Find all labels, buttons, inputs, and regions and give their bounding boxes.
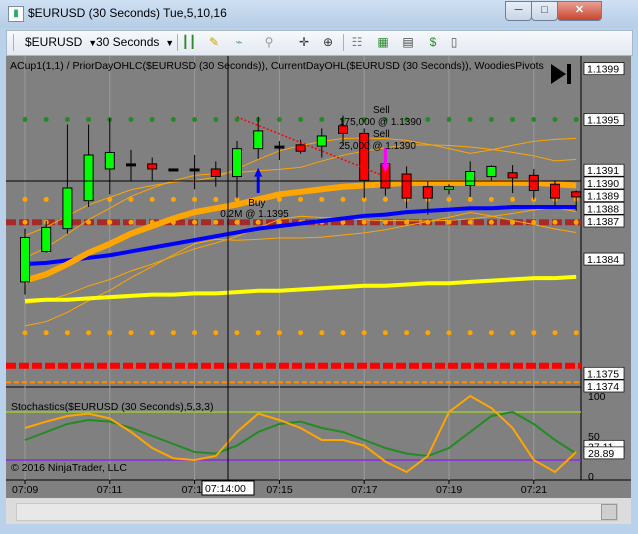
candle-body [62,187,73,230]
price-tick-label: 1.1375 [587,368,619,380]
candle-body [189,168,200,172]
price-tick: 1.1375 [583,366,625,380]
time-tick-label: 07:17 [351,484,377,496]
candle-body [41,226,52,252]
bottom-scrollbar-area [6,498,631,524]
toolbar-separator [343,34,344,51]
zoom-icon[interactable]: ⊕ [320,35,336,50]
toolbar-grip [13,34,14,51]
chart-toolbar: $EURUSD ▼ 30 Seconds ▼ ┃┃ ✎ ⌁ ⚲ ✛ ⊕ ☷ ▦ … [6,30,633,56]
interval-label: 30 Seconds [96,35,160,49]
candle-body [168,168,179,172]
order-entry-icon[interactable]: $ [425,35,441,50]
draw-pencil-icon[interactable]: ✎ [206,35,222,50]
sell-label-2: Sell [373,129,390,140]
stoch-value-label: 28.89 [588,448,614,460]
time-tick-label: 07:15 [266,484,292,496]
horizontal-scrollbar[interactable] [16,503,618,521]
pin-icon[interactable]: ⚲ [261,35,277,50]
price-tick-label: 1.1390 [587,178,619,190]
price-tick: 1.1384 [583,252,625,266]
stoch-tick-label: 100 [588,391,606,403]
interval-selector[interactable]: 30 Seconds ▼ [96,34,174,50]
candle-body [210,168,221,178]
candle-body [147,163,158,170]
toolbar-separator [177,34,178,51]
instrument-selector[interactable]: $EURUSD ▼ [25,34,97,50]
window-titlebar: ▮ $EURUSD (30 Seconds) Tue,5,10,16 ─ □ ✕ [0,0,638,28]
price-tick: 1.1390 [583,176,625,190]
maximize-button[interactable]: □ [531,1,558,21]
time-tick-label: 07:21 [521,484,547,496]
instrument-label: $EURUSD [25,35,83,49]
price-tick-label: 1.1389 [587,191,619,203]
time-tick-label: 07:09 [12,484,38,496]
copyright-label: © 2016 NinjaTrader, LLC [11,462,127,474]
chart-canvas[interactable]: 1.13991.13951.13911.13901.13891.13881.13… [6,56,631,498]
price-tick-label: 1.1399 [587,64,619,76]
candle-body [274,145,285,149]
candle-body [295,144,306,152]
price-tick: 1.1399 [583,62,625,76]
candle-body [401,173,412,199]
price-tick: 1.1388 [583,201,625,215]
crosshair-icon[interactable]: ✛ [296,35,312,50]
buy-detail: 0.2M @ 1.1395 [220,209,289,220]
candle-body [465,171,476,186]
price-tick: 1.1395 [583,113,625,126]
candle-07:12:30 [168,168,179,172]
minimize-button[interactable]: ─ [505,1,532,21]
candle-body [550,183,560,199]
sell-label-1: Sell [373,105,390,116]
stoch-value-badge: 28.89 [583,446,625,460]
candle-body [316,135,327,147]
price-tick-label: 1.1384 [587,254,619,266]
candle-body [253,130,264,150]
indicator-add-icon[interactable]: ⌁ [231,35,247,50]
candle-body [507,172,518,179]
candle-body [422,186,433,199]
price-tick: 1.1389 [583,189,625,203]
time-tick-label: 07:11 [97,484,123,496]
candle-body [104,151,115,170]
price-tick-label: 1.1391 [587,165,619,177]
candle-body [486,165,497,178]
properties-icon[interactable]: ☷ [349,35,365,50]
buy-label: Buy [248,198,265,209]
sell-detail-1: 175,000 @ 1.1390 [339,117,422,128]
strategy-icon[interactable]: ▤ [400,35,416,50]
candle-body [126,163,136,167]
chart-trader-icon[interactable]: ▯ [446,35,462,50]
sell-detail-2: 25,000 @ 1.1390 [339,141,416,152]
chevron-down-icon: ▼ [162,38,175,48]
candle-body [571,191,582,198]
price-tick-label: 1.1387 [587,216,619,228]
window-title: $EURUSD (30 Seconds) Tue,5,10,16 [28,6,227,20]
crosshair-time-label: 07:14:00 [205,483,246,495]
price-tick-label: 1.1395 [587,114,619,126]
price-tick-label: 1.1388 [587,203,619,215]
scrollbar-thumb[interactable] [601,504,617,520]
stochastics-label: Stochastics($EURUSD (30 Seconds),5,3,3) [11,401,214,413]
close-button[interactable]: ✕ [557,1,602,21]
candle-body [20,237,30,283]
price-tick: 1.1387 [583,214,625,228]
time-tick-label: 07:19 [436,484,462,496]
stoch-tick-label: 0 [588,471,594,483]
chart-app-icon[interactable]: ▮ [8,6,24,22]
candle-body [232,148,242,178]
candle-body [444,186,454,190]
data-box-icon[interactable]: ▦ [375,35,391,50]
candle-body [83,154,94,202]
chart-area[interactable]: 1.1399 1.1395 1.1391 1.1390 1.1389 1.1388 1.13… [6,56,631,498]
candle-body [528,174,539,192]
bar-type-icon[interactable]: ┃┃ [181,35,197,50]
indicator-label: ACup1(1,1) / PriorDayOHLC($EURUSD (30 Se… [10,60,544,72]
price-tick: 1.1391 [583,163,625,177]
